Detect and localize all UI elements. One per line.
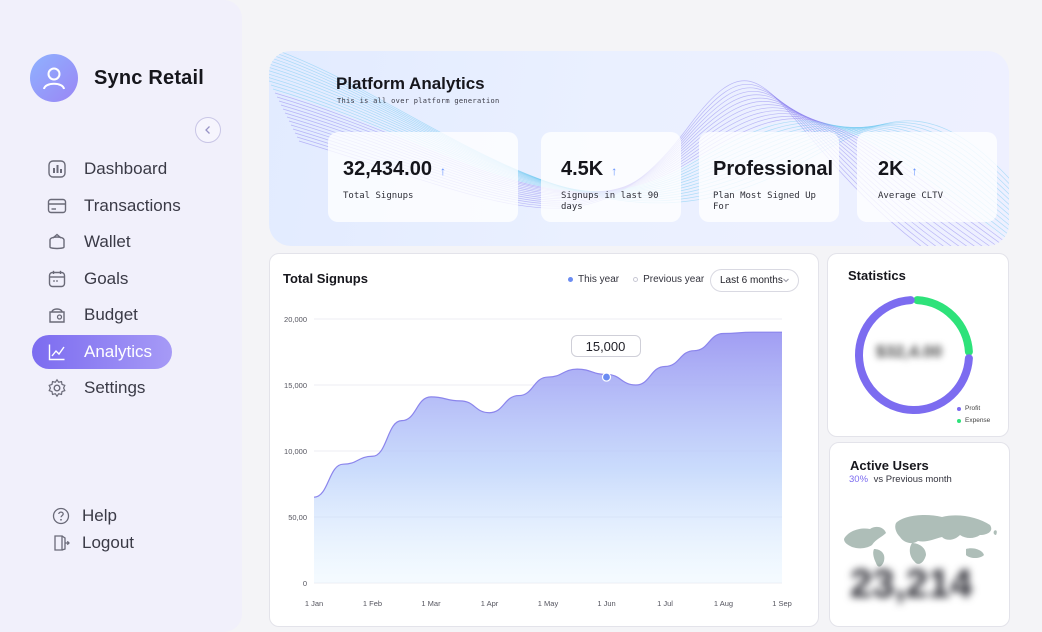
sidebar-item-label: Analytics xyxy=(84,341,153,361)
chevron-left-icon xyxy=(205,126,210,134)
y-tick-label: 20,000 xyxy=(284,315,307,324)
active-users-panel: Active Users 30% vs Previous month 23,21… xyxy=(829,442,1010,627)
stat-value: Professional xyxy=(713,158,834,180)
value-tooltip: 15,000 xyxy=(570,335,641,358)
change-percent: 30% xyxy=(849,474,869,485)
y-tick-label: 10,000 xyxy=(284,447,307,456)
legend-item-profit: Profit xyxy=(957,403,990,415)
stat-label: Signups in last 90 days xyxy=(561,191,659,212)
user-icon xyxy=(43,67,65,90)
legend-label: Expense xyxy=(965,417,991,424)
wallet-icon xyxy=(46,231,68,253)
tooltip-value: 15,000 xyxy=(585,338,626,354)
logout-icon xyxy=(50,532,72,554)
sidebar-item-goals[interactable]: Goals xyxy=(32,262,212,296)
help-link[interactable]: Help xyxy=(50,503,134,529)
budget-icon xyxy=(46,304,68,326)
stat-label: Plan Most Signed Up For xyxy=(713,191,816,212)
x-tick-label: 1 Jan xyxy=(305,599,323,608)
stat-card-recent-signups: 4.5K ↑ Signups in last 90 days xyxy=(541,132,681,222)
platform-analytics-banner: Platform Analytics This is all over plat… xyxy=(269,51,1009,246)
user-avatar[interactable] xyxy=(30,54,78,102)
dashboard-icon xyxy=(46,158,68,180)
help-icon xyxy=(50,505,72,527)
collapse-sidebar-button[interactable] xyxy=(195,117,221,143)
y-tick-label: 0 xyxy=(303,579,307,588)
logout-label: Logout xyxy=(82,533,134,552)
stat-label: Total Signups xyxy=(343,191,414,201)
y-tick-label: 15,000 xyxy=(284,381,307,390)
sidebar-item-label: Transactions xyxy=(84,195,181,215)
donut-legend: Profit Expense xyxy=(957,403,990,427)
x-tick-label: 1 Jun xyxy=(597,599,615,608)
active-users-change: 30% vs Previous month xyxy=(849,474,952,485)
stat-label: Average CLTV xyxy=(878,191,944,201)
trend-up-icon: ↑ xyxy=(911,164,918,178)
sidebar-item-budget[interactable]: Budget xyxy=(32,298,212,332)
sidebar-nav: Dashboard Transactions Wallet Goals Budg… xyxy=(32,152,212,408)
highlight-point xyxy=(601,372,612,382)
logout-link[interactable]: Logout xyxy=(50,530,134,556)
banner-subtitle: This is all over platform generation xyxy=(337,97,500,105)
sidebar-item-label: Wallet xyxy=(84,232,131,251)
y-tick-label: 50,00 xyxy=(288,513,307,522)
banner-title: Platform Analytics xyxy=(336,74,485,93)
statistics-center-value: $32,4.00 xyxy=(875,342,943,361)
x-tick-label: 1 Sep xyxy=(772,599,792,608)
stat-card-top-plan: Professional Plan Most Signed Up For xyxy=(699,132,839,222)
x-tick-label: 1 May xyxy=(538,599,559,608)
trend-up-icon: ↑ xyxy=(439,164,446,178)
sidebar-item-settings[interactable]: Settings xyxy=(32,371,212,405)
signups-area xyxy=(314,332,782,583)
legend-dot xyxy=(957,407,961,411)
card-icon xyxy=(46,195,68,217)
sidebar-item-label: Settings xyxy=(84,378,146,397)
stat-value: 2K xyxy=(878,158,904,180)
sidebar-item-wallet[interactable]: Wallet xyxy=(32,225,212,259)
stat-card-total-signups: 32,434.00 ↑ Total Signups xyxy=(328,132,518,222)
change-label: vs Previous month xyxy=(873,474,952,485)
calendar-icon xyxy=(46,268,68,290)
legend-label: Profit xyxy=(965,405,981,412)
sidebar-item-label: Goals xyxy=(84,268,129,288)
chart-icon xyxy=(46,341,68,363)
gear-icon xyxy=(46,377,68,399)
legend-item-expense: Expense xyxy=(957,415,990,427)
stat-value: 32,434.00 xyxy=(343,158,432,180)
active-users-count: 23,214 xyxy=(850,562,973,606)
sidebar-item-analytics[interactable]: Analytics xyxy=(32,334,172,369)
legend-dot xyxy=(957,419,961,423)
total-signups-panel: Total Signups This year Previous year La… xyxy=(269,253,819,627)
x-tick-label: 1 Feb xyxy=(363,599,382,608)
trend-up-icon: ↑ xyxy=(611,164,618,178)
panel-title: Active Users xyxy=(850,458,929,473)
help-label: Help xyxy=(82,506,117,525)
x-tick-label: 1 Jul xyxy=(657,599,673,608)
brand: Sync Retail xyxy=(30,54,204,102)
sidebar-item-transactions[interactable]: Transactions xyxy=(32,189,212,223)
sidebar: Sync Retail Dashboard Transactions Walle… xyxy=(0,0,242,632)
sidebar-bottom-nav: Help Logout xyxy=(50,503,134,557)
sidebar-item-label: Dashboard xyxy=(84,159,168,178)
brand-name: Sync Retail xyxy=(94,66,205,89)
x-tick-label: 1 Aug xyxy=(714,599,733,608)
stat-value: 4.5K xyxy=(561,158,604,180)
x-tick-label: 1 Mar xyxy=(421,599,441,608)
signups-area-chart: 20,000 15,000 10,000 50,00 0 1 Jan 1 Feb 1 Mar 1… xyxy=(284,315,792,608)
x-tick-label: 1 Apr xyxy=(481,599,499,608)
stat-card-average-cltv: 2K ↑ Average CLTV xyxy=(857,132,997,222)
sidebar-item-label: Budget xyxy=(84,305,138,324)
sidebar-item-dashboard[interactable]: Dashboard xyxy=(32,152,212,186)
statistics-panel: Statistics $32,4.00 Profit Expense xyxy=(827,253,1009,437)
